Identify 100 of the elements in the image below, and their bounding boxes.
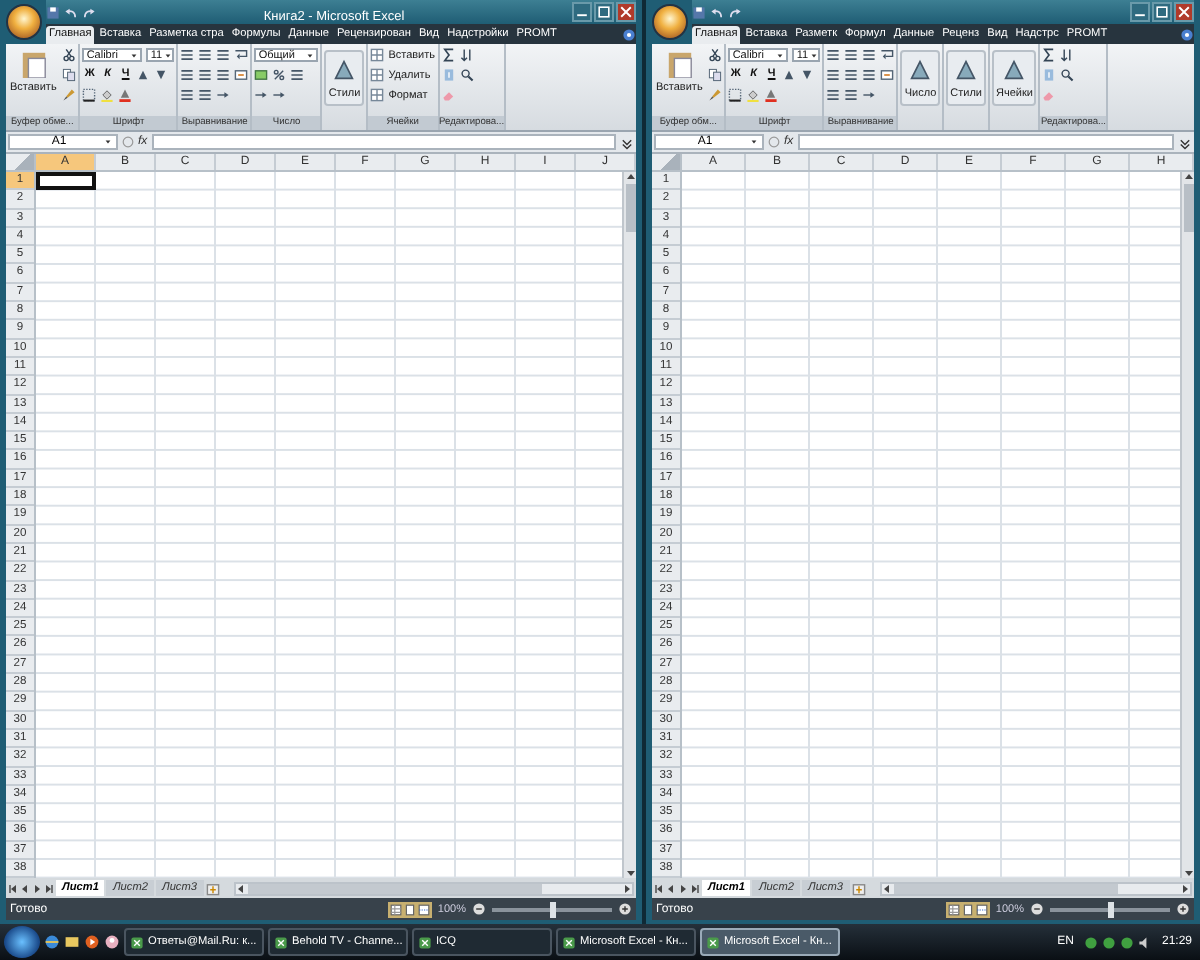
copy-icon[interactable]: [62, 68, 77, 82]
zoom-in-icon[interactable]: [1176, 902, 1190, 916]
office-button[interactable]: [6, 4, 42, 40]
align-icon[interactable]: [216, 48, 231, 62]
sheet-nav-icon[interactable]: [690, 883, 700, 893]
undo-icon[interactable]: [710, 5, 724, 19]
align-icon[interactable]: [180, 68, 195, 82]
search-icon[interactable]: [459, 68, 474, 82]
align-icon[interactable]: [844, 68, 859, 82]
page-break-icon[interactable]: [975, 903, 988, 915]
grow-font-icon[interactable]: [782, 68, 797, 82]
cut-icon[interactable]: [708, 48, 723, 62]
sort-icon[interactable]: [1060, 48, 1075, 62]
wrap-text-icon[interactable]: [234, 48, 249, 62]
expand-icon[interactable]: [1178, 135, 1192, 149]
align-icon[interactable]: [844, 48, 859, 62]
horizontal-scrollbar[interactable]: [879, 881, 1192, 895]
minimize-icon[interactable]: [1130, 2, 1150, 22]
search-icon[interactable]: [1060, 68, 1075, 82]
sum-icon[interactable]: [441, 48, 456, 62]
maximize-icon[interactable]: [1152, 2, 1172, 22]
merge-icon[interactable]: [234, 68, 249, 82]
fill-color-icon[interactable]: [746, 88, 761, 102]
expand-icon[interactable]: [620, 135, 634, 149]
sheet-nav-icon[interactable]: [8, 883, 18, 893]
horizontal-scrollbar[interactable]: [233, 881, 634, 895]
active-cell[interactable]: [36, 172, 96, 191]
save-icon[interactable]: [46, 5, 60, 19]
new-sheet-icon[interactable]: [851, 881, 865, 895]
copy-icon[interactable]: [708, 68, 723, 82]
wrap-text-icon[interactable]: [880, 48, 895, 62]
orientation-icon[interactable]: [216, 88, 231, 102]
formula-field[interactable]: [151, 134, 616, 150]
zoom-out-icon[interactable]: [1030, 902, 1044, 916]
help-icon[interactable]: [622, 28, 636, 42]
save-icon[interactable]: [692, 5, 706, 19]
scroll-left-icon[interactable]: [881, 883, 891, 893]
border-icon[interactable]: [728, 88, 743, 102]
redo-icon[interactable]: [728, 5, 742, 19]
align-icon[interactable]: [826, 48, 841, 62]
quick-launch-icon[interactable]: [64, 934, 80, 950]
slider-thumb[interactable]: [549, 901, 555, 917]
vertical-scrollbar[interactable]: [1180, 172, 1194, 878]
merge-icon[interactable]: [880, 68, 895, 82]
font-color-icon[interactable]: [764, 88, 779, 102]
sort-icon[interactable]: [459, 48, 474, 62]
indent-icon[interactable]: [844, 88, 859, 102]
align-icon[interactable]: [198, 48, 213, 62]
align-icon[interactable]: [198, 68, 213, 82]
quick-launch-icon[interactable]: [84, 934, 100, 950]
formula-field[interactable]: [797, 134, 1174, 150]
align-icon[interactable]: [180, 48, 195, 62]
zoom-out-icon[interactable]: [472, 902, 486, 916]
align-icon[interactable]: [826, 68, 841, 82]
page-layout-icon[interactable]: [403, 903, 416, 915]
vertical-scrollbar[interactable]: [622, 172, 636, 878]
indent-icon[interactable]: [198, 88, 213, 102]
new-sheet-icon[interactable]: [205, 881, 219, 895]
quick-launch-icon[interactable]: [44, 934, 60, 950]
scroll-right-icon[interactable]: [622, 883, 632, 893]
grow-font-icon[interactable]: [136, 68, 151, 82]
normal-view-icon[interactable]: [947, 903, 960, 915]
office-button[interactable]: [652, 4, 688, 40]
border-icon[interactable]: [82, 88, 97, 102]
page-break-icon[interactable]: [417, 903, 430, 915]
volume-icon[interactable]: [1137, 935, 1152, 949]
scroll-thumb[interactable]: [247, 883, 543, 893]
font-color-icon[interactable]: [118, 88, 133, 102]
scroll-thumb[interactable]: [1183, 184, 1193, 232]
orientation-icon[interactable]: [862, 88, 877, 102]
scroll-thumb[interactable]: [625, 184, 635, 232]
start-button[interactable]: [4, 926, 40, 958]
sheet-nav-icon[interactable]: [654, 883, 664, 893]
align-icon[interactable]: [862, 48, 877, 62]
maximize-icon[interactable]: [594, 2, 614, 22]
fill-color-icon[interactable]: [100, 88, 115, 102]
currency-icon[interactable]: [254, 68, 269, 82]
indent-icon[interactable]: [180, 88, 195, 102]
sum-icon[interactable]: [1042, 48, 1057, 62]
slider-thumb[interactable]: [1107, 901, 1113, 917]
scroll-left-icon[interactable]: [235, 883, 245, 893]
close-icon[interactable]: [1174, 2, 1194, 22]
undo-icon[interactable]: [64, 5, 78, 19]
page-layout-icon[interactable]: [961, 903, 974, 915]
close-icon[interactable]: [616, 2, 636, 22]
shrink-font-icon[interactable]: [800, 68, 815, 82]
zoom-in-icon[interactable]: [618, 902, 632, 916]
normal-view-icon[interactable]: [389, 903, 402, 915]
shrink-font-icon[interactable]: [154, 68, 169, 82]
help-icon[interactable]: [1180, 28, 1194, 42]
align-icon[interactable]: [216, 68, 231, 82]
indent-icon[interactable]: [826, 88, 841, 102]
minimize-icon[interactable]: [572, 2, 592, 22]
percent-icon[interactable]: [272, 68, 287, 82]
redo-icon[interactable]: [82, 5, 96, 19]
quick-launch-icon[interactable]: [104, 934, 120, 950]
scroll-thumb[interactable]: [893, 883, 1119, 893]
scroll-right-icon[interactable]: [1180, 883, 1190, 893]
sheet-nav-icon[interactable]: [44, 883, 54, 893]
align-icon[interactable]: [862, 68, 877, 82]
